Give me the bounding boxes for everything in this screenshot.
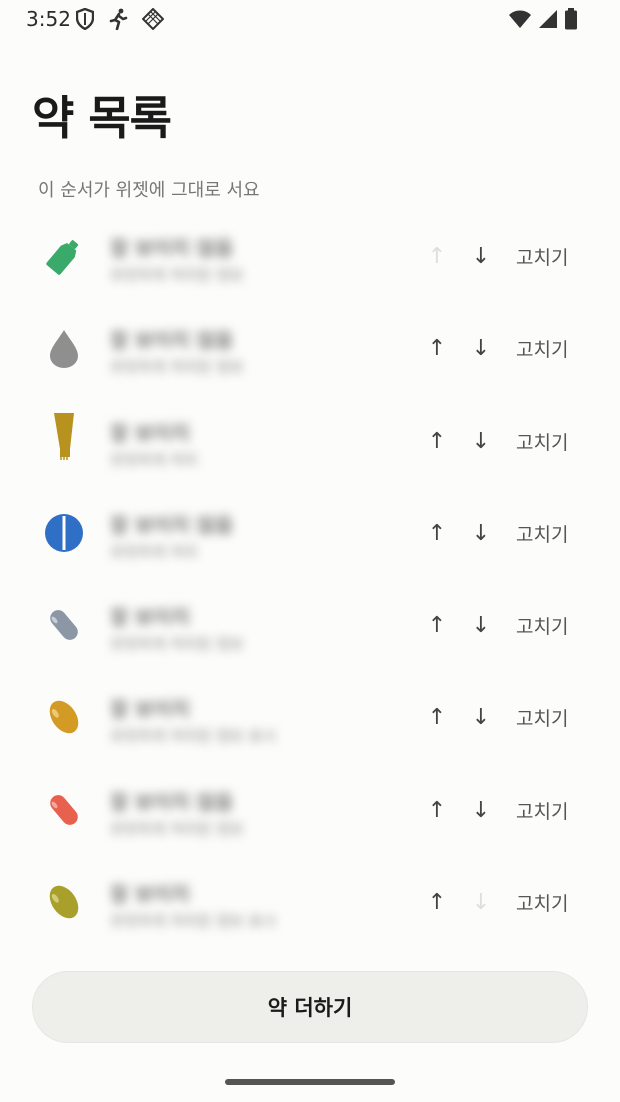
shield-icon	[75, 7, 95, 34]
capsule-icon	[44, 790, 84, 830]
medication-name: 잘 보이지	[110, 697, 190, 722]
move-up-button[interactable]: ↑	[422, 425, 452, 459]
oval-pill-icon	[44, 697, 84, 737]
oval-pill-icon	[44, 882, 84, 922]
home-indicator[interactable]	[225, 1079, 395, 1085]
tube-icon	[44, 412, 84, 461]
move-down-button[interactable]: ↓	[466, 886, 496, 920]
move-up-button[interactable]: ↑	[422, 701, 452, 735]
medication-detail: 흐릿하게 처리된 정보 표시	[110, 912, 277, 931]
medication-name: 잘 보이지 않음	[110, 328, 234, 353]
move-up-button[interactable]: ↑	[422, 609, 452, 643]
move-down-button[interactable]: ↓	[466, 794, 496, 828]
wifi-icon	[508, 9, 532, 33]
medication-row: 잘 보이지 흐릿하게 처리된 정보 표시 ↑ ↓ 고치기	[0, 671, 620, 763]
move-down-button[interactable]: ↓	[466, 609, 496, 643]
medication-row: 잘 보이지 흐릿하게 처리 ↑ ↓ 고치기	[0, 395, 620, 487]
move-down-button[interactable]: ↓	[466, 240, 496, 274]
move-down-button[interactable]: ↓	[466, 517, 496, 551]
medication-name: 잘 보이지 않음	[110, 789, 234, 814]
edit-button[interactable]: 고치기	[516, 612, 568, 639]
medication-name: 잘 보이지	[110, 882, 190, 907]
medication-detail: 흐릿하게 처리된 정보	[110, 266, 244, 284]
medication-name: 잘 보이지	[110, 420, 190, 445]
medication-row: 잘 보이지 않음 흐릿하게 처리된 정보 ↑ ↓ 고치기	[0, 210, 620, 302]
page-title: 약 목록	[32, 91, 172, 145]
add-medication-button[interactable]: 약 더하기	[32, 971, 588, 1043]
medication-row: 잘 보이지 흐릿하게 처리된 정보 ↑ ↓ 고치기	[0, 579, 620, 671]
status-system-icons	[508, 8, 578, 34]
medication-row: 잘 보이지 않음 흐릿하게 처리 ↑ ↓ 고치기	[0, 487, 620, 579]
edit-button[interactable]: 고치기	[516, 243, 568, 270]
move-up-button[interactable]: ↑	[422, 240, 452, 274]
edit-button[interactable]: 고치기	[516, 335, 568, 362]
status-bar: 3:52	[0, 0, 620, 40]
move-up-button[interactable]: ↑	[422, 794, 452, 828]
medication-detail: 흐릿하게 처리된 정보	[110, 358, 244, 377]
capsule-icon	[44, 605, 84, 645]
move-down-button[interactable]: ↓	[466, 332, 496, 366]
edit-button[interactable]: 고치기	[516, 520, 568, 547]
move-down-button[interactable]: ↓	[466, 701, 496, 735]
medication-detail: 흐릿하게 처리된 정보 표시	[110, 727, 277, 746]
move-up-button[interactable]: ↑	[422, 886, 452, 920]
medication-name: 잘 보이지 않음	[110, 512, 234, 537]
move-down-button[interactable]: ↓	[466, 425, 496, 459]
medication-detail: 흐릿하게 처리된 정보	[110, 819, 244, 838]
round-tablet-icon	[44, 513, 84, 553]
edit-button[interactable]: 고치기	[516, 428, 568, 455]
signal-icon	[538, 9, 558, 33]
page-subtitle: 이 순서가 위젯에 그대로 서요	[38, 180, 260, 201]
medication-detail: 흐릿하게 처리된 정보	[110, 635, 244, 654]
diamond-grid-icon	[141, 7, 165, 34]
edit-button[interactable]: 고치기	[516, 889, 568, 916]
edit-button[interactable]: 고치기	[516, 797, 568, 824]
medication-name: 잘 보이지 않음	[110, 236, 234, 260]
medication-row: 잘 보이지 않음 흐릿하게 처리된 정보 ↑ ↓ 고치기	[0, 764, 620, 856]
edit-button[interactable]: 고치기	[516, 704, 568, 731]
medication-name: 잘 보이지	[110, 605, 190, 630]
bottle-icon	[44, 236, 84, 276]
move-up-button[interactable]: ↑	[422, 517, 452, 551]
medication-list: 잘 보이지 않음 흐릿하게 처리된 정보 ↑ ↓ 고치기 잘 보이지 않음 흐릿…	[0, 210, 620, 948]
status-time: 3:52	[26, 7, 71, 31]
running-icon	[108, 8, 128, 34]
move-up-button[interactable]: ↑	[422, 332, 452, 366]
drop-icon	[44, 328, 84, 369]
medication-row: 잘 보이지 흐릿하게 처리된 정보 표시 ↑ ↓ 고치기	[0, 856, 620, 948]
medication-row: 잘 보이지 않음 흐릿하게 처리된 정보 ↑ ↓ 고치기	[0, 302, 620, 394]
medication-detail: 흐릿하게 처리	[110, 450, 198, 469]
battery-icon	[564, 8, 578, 34]
status-notification-icons	[75, 7, 165, 34]
medication-detail: 흐릿하게 처리	[110, 542, 198, 561]
